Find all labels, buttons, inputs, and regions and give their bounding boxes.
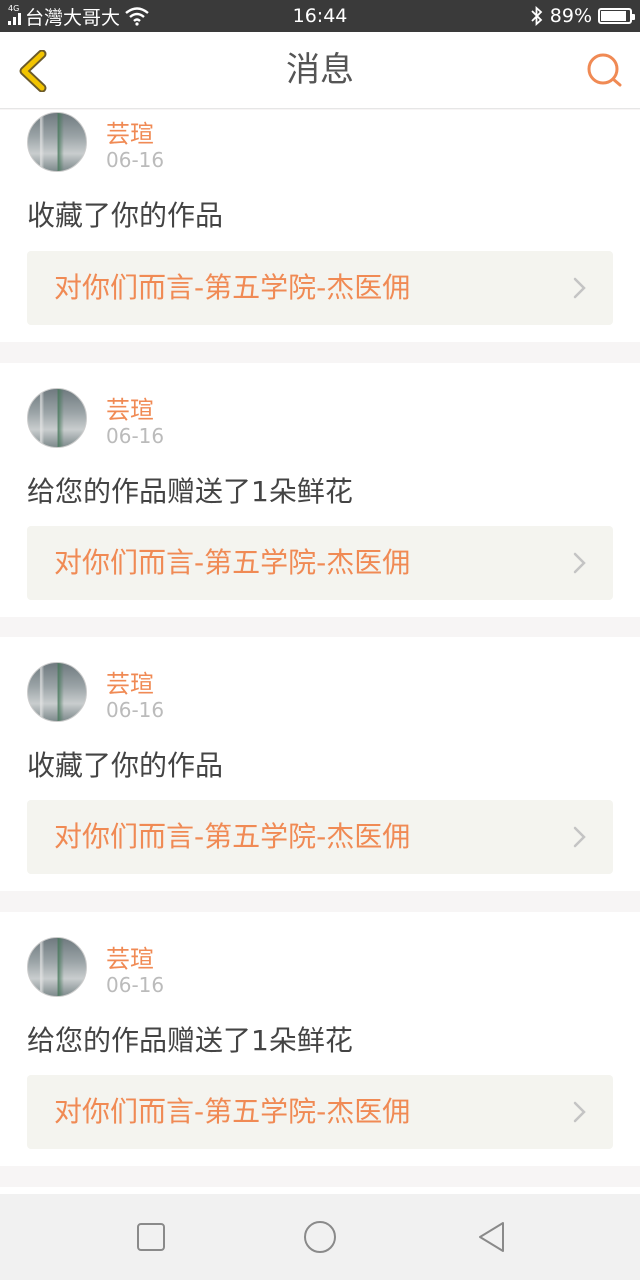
back-icon[interactable] [475, 1220, 509, 1254]
avatar[interactable] [27, 662, 87, 722]
battery-percent: 89% [549, 5, 592, 27]
message-card: 芸瑄 06-16 给您的作品赠送了1朵鲜花 对你们而言-第五学院-杰医佣 [0, 363, 640, 617]
battery-fill [601, 11, 626, 21]
message-card: 芸瑄 06-16 收藏了你的作品 对你们而言-第五学院-杰医佣 [0, 110, 640, 342]
work-link[interactable]: 对你们而言-第五学院-杰医佣 [27, 1075, 613, 1149]
search-icon[interactable] [586, 52, 624, 90]
message-card: 芸瑄 06-16 收藏了你的作品 对你们而言-第五学院-杰医佣 [0, 637, 640, 891]
user-name[interactable]: 芸瑄 [106, 114, 154, 149]
work-title: 对你们而言-第五学院-杰医佣 [54, 820, 411, 853]
avatar[interactable] [27, 388, 87, 448]
message-card [0, 1187, 640, 1194]
bluetooth-icon [531, 6, 543, 26]
home-icon[interactable] [303, 1220, 337, 1254]
page-title: 消息 [286, 50, 354, 90]
status-right: 89% [530, 0, 635, 32]
work-title: 对你们而言-第五学院-杰医佣 [54, 546, 411, 579]
message-date: 06-16 [106, 698, 165, 722]
recent-apps-icon[interactable] [134, 1220, 168, 1254]
chevron-right-icon [573, 277, 586, 299]
work-link[interactable]: 对你们而言-第五学院-杰医佣 [27, 251, 613, 325]
work-link[interactable]: 对你们而言-第五学院-杰医佣 [27, 526, 613, 600]
avatar[interactable] [27, 937, 87, 997]
user-name[interactable]: 芸瑄 [106, 390, 154, 425]
message-card: 芸瑄 06-16 给您的作品赠送了1朵鲜花 对你们而言-第五学院-杰医佣 [0, 912, 640, 1166]
user-name[interactable]: 芸瑄 [106, 939, 154, 974]
message-text: 给您的作品赠送了1朵鲜花 [27, 475, 353, 508]
message-text: 给您的作品赠送了1朵鲜花 [27, 1024, 353, 1057]
message-date: 06-16 [106, 148, 165, 172]
chevron-right-icon [573, 552, 586, 574]
user-name[interactable]: 芸瑄 [106, 664, 154, 699]
work-title: 对你们而言-第五学院-杰医佣 [54, 1095, 411, 1128]
system-nav-bar [0, 1194, 640, 1280]
chevron-right-icon [573, 1101, 586, 1123]
message-list[interactable]: 芸瑄 06-16 收藏了你的作品 对你们而言-第五学院-杰医佣 芸瑄 06-16… [0, 110, 640, 1194]
work-link[interactable]: 对你们而言-第五学院-杰医佣 [27, 800, 613, 874]
chevron-right-icon [573, 826, 586, 848]
message-text: 收藏了你的作品 [27, 199, 224, 232]
message-date: 06-16 [106, 973, 165, 997]
battery-icon [598, 8, 635, 24]
message-text: 收藏了你的作品 [27, 749, 224, 782]
message-date: 06-16 [106, 424, 165, 448]
work-title: 对你们而言-第五学院-杰医佣 [54, 271, 411, 304]
status-bar: 4G 台灣大哥大 16:44 89% [0, 0, 640, 32]
app-header: 消息 [0, 32, 640, 109]
avatar[interactable] [27, 112, 87, 172]
